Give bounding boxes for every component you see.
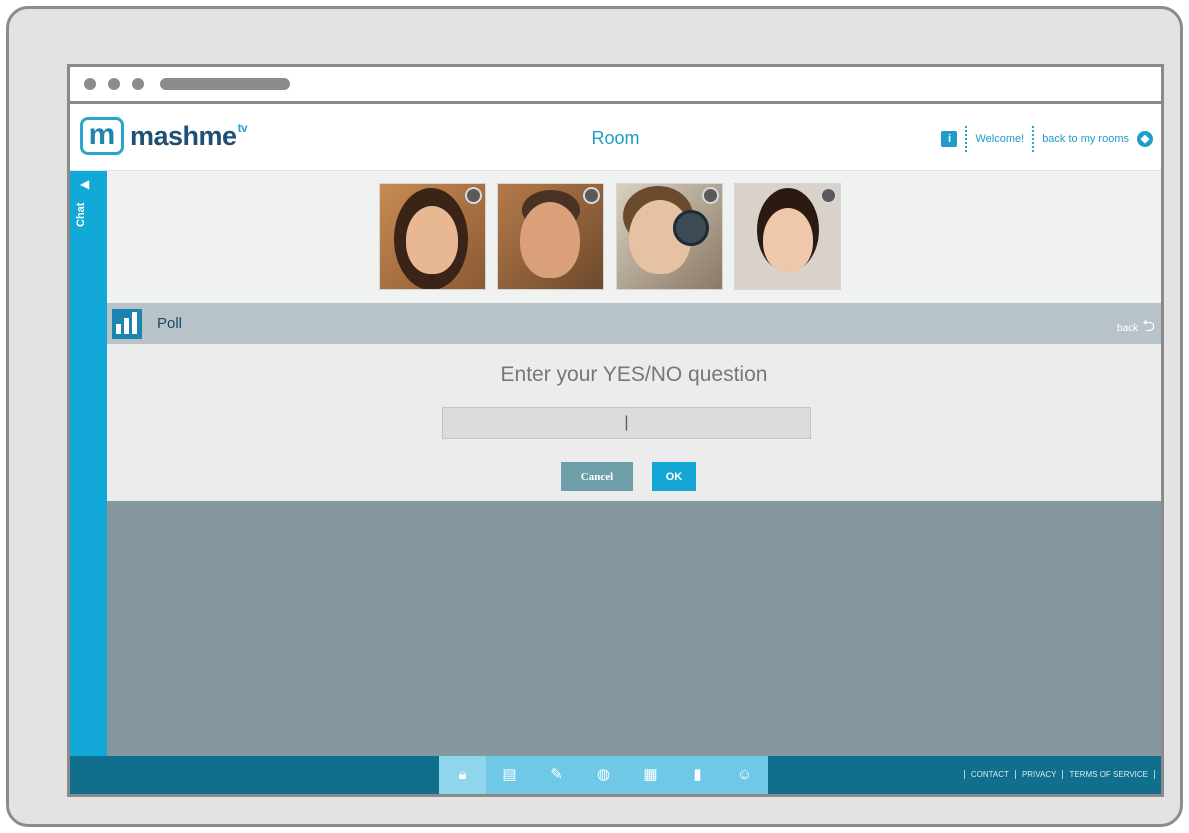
camera-icon[interactable] bbox=[820, 187, 837, 204]
window-dot-icon bbox=[108, 78, 120, 90]
cancel-button[interactable]: Cancel bbox=[561, 462, 633, 491]
browser-window: m mashmetv Room i Welcome! back to my ro… bbox=[67, 64, 1164, 797]
browser-chrome bbox=[70, 67, 1161, 104]
chat-sidebar[interactable]: ◀ Chat bbox=[70, 171, 107, 756]
window-dot-icon bbox=[84, 78, 96, 90]
poll-icon bbox=[112, 309, 142, 339]
document-icon[interactable]: ▤ bbox=[486, 756, 533, 794]
poll-header: Poll back ⮌ bbox=[107, 303, 1161, 344]
footer: 🔒︎ ▤ ✎ ◍ ▦ ▮ ☺ CONTACT PRIVACY TERMS OF … bbox=[70, 756, 1161, 794]
header-actions: i Welcome! back to my rooms ◆ bbox=[941, 126, 1153, 152]
address-bar[interactable] bbox=[160, 78, 290, 90]
poll-form: Enter your YES/NO question Cancel OK bbox=[107, 344, 1161, 501]
tablet-frame: m mashmetv Room i Welcome! back to my ro… bbox=[6, 6, 1183, 827]
privacy-link[interactable]: PRIVACY bbox=[1014, 770, 1063, 779]
participant-video[interactable] bbox=[497, 183, 604, 290]
poll-title: Poll bbox=[157, 315, 183, 332]
divider bbox=[1032, 126, 1035, 152]
participant-video[interactable] bbox=[379, 183, 486, 290]
rooms-icon[interactable]: ◆ bbox=[1137, 131, 1153, 147]
chat-tab-label[interactable]: Chat bbox=[75, 203, 87, 227]
profile-icon[interactable]: i bbox=[941, 131, 958, 147]
poll-tool-icon[interactable]: ▮ bbox=[674, 756, 721, 794]
contact-link[interactable]: CONTACT bbox=[963, 770, 1015, 779]
window-dot-icon bbox=[132, 78, 144, 90]
terms-link[interactable]: TERMS OF SERVICE bbox=[1062, 770, 1155, 779]
header: m mashmetv Room i Welcome! back to my ro… bbox=[70, 104, 1161, 171]
back-button[interactable]: back ⮌ bbox=[1117, 315, 1155, 342]
app: m mashmetv Room i Welcome! back to my ro… bbox=[70, 104, 1161, 794]
divider bbox=[965, 126, 968, 152]
back-label: back bbox=[1117, 323, 1139, 334]
camera-icon[interactable] bbox=[465, 187, 482, 204]
camera-icon[interactable] bbox=[583, 187, 600, 204]
footer-links: CONTACT PRIVACY TERMS OF SERVICE bbox=[963, 770, 1155, 779]
question-input[interactable] bbox=[442, 407, 811, 439]
globe-icon[interactable]: ◍ bbox=[580, 756, 627, 794]
collapse-arrow-icon[interactable]: ◀ bbox=[80, 177, 89, 191]
welcome-text: Welcome! bbox=[975, 133, 1025, 145]
participant-video[interactable] bbox=[734, 183, 841, 290]
ok-button[interactable]: OK bbox=[652, 462, 696, 491]
lock-icon[interactable]: 🔒︎ bbox=[439, 756, 486, 794]
edit-icon[interactable]: ✎ bbox=[533, 756, 580, 794]
question-label: Enter your YES/NO question bbox=[500, 363, 768, 386]
participant-video[interactable] bbox=[616, 183, 723, 290]
back-to-rooms-link[interactable]: back to my rooms bbox=[1042, 133, 1129, 145]
return-icon: ⮌ bbox=[1142, 318, 1155, 335]
camera-icon[interactable] bbox=[702, 187, 719, 204]
toolbar: 🔒︎ ▤ ✎ ◍ ▦ ▮ ☺ bbox=[439, 756, 768, 794]
shared-stage bbox=[107, 501, 1161, 756]
participants-strip bbox=[107, 171, 1161, 303]
user-add-icon[interactable]: ☺ bbox=[721, 756, 768, 794]
gallery-icon[interactable]: ▦ bbox=[627, 756, 674, 794]
